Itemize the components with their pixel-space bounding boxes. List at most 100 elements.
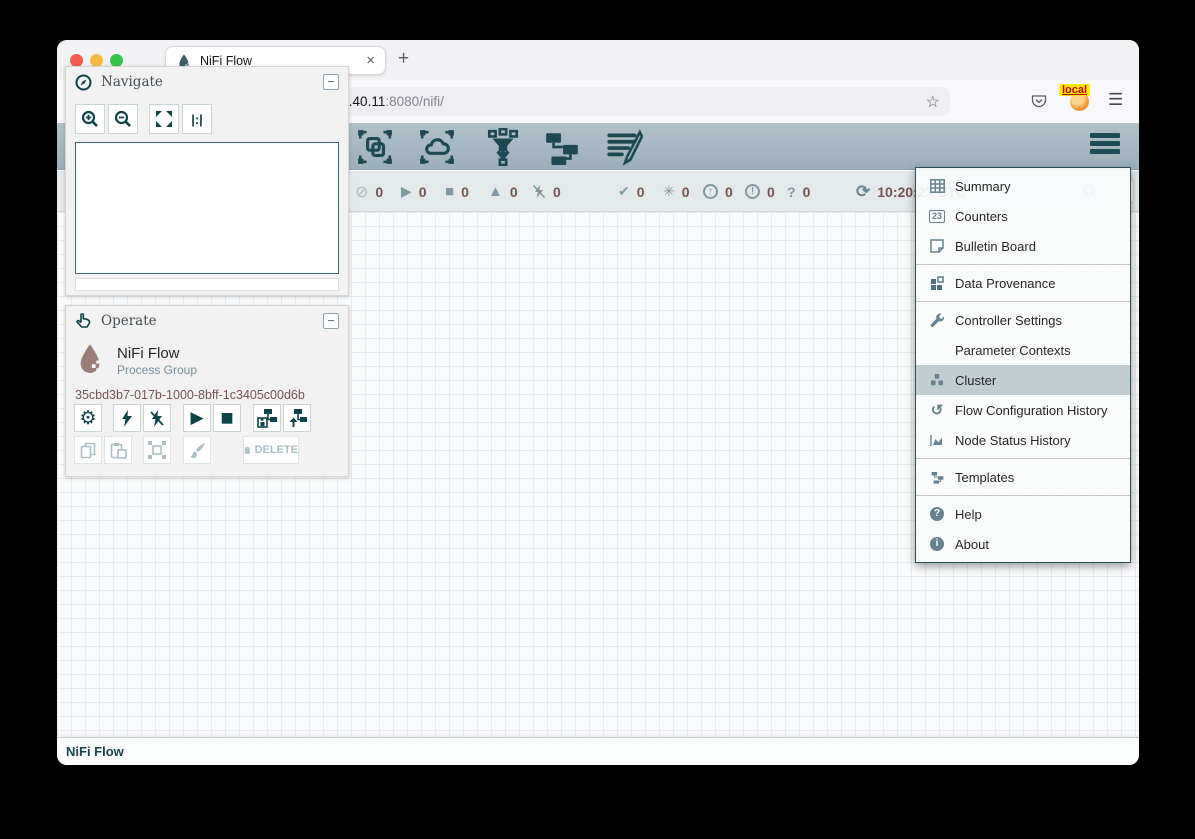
- copy-icon: [80, 442, 97, 459]
- url-text[interactable]: 192.168.40.11:8080/nifi/: [300, 94, 918, 109]
- close-tab-icon[interactable]: ×: [366, 52, 375, 69]
- selected-component: NiFi Flow Process Group: [66, 336, 348, 379]
- group-selection-icon: [148, 441, 166, 459]
- menu-item-templates[interactable]: Templates: [916, 462, 1130, 492]
- disabled-bolt-slash-icon: [532, 184, 546, 199]
- hand-pointer-icon: [75, 313, 92, 330]
- counters-icon: 23: [928, 210, 946, 223]
- menu-item-label: Controller Settings: [955, 313, 1062, 328]
- menu-item-label: Data Provenance: [955, 276, 1055, 291]
- menu-item-node-status-history[interactable]: Node Status History: [916, 425, 1130, 455]
- zoom-in-button[interactable]: [75, 104, 105, 134]
- area-chart-icon: [928, 434, 946, 447]
- menu-item-bulletin-board[interactable]: Bulletin Board: [916, 231, 1130, 261]
- browser-menu-icon[interactable]: ☰: [1108, 90, 1123, 110]
- wrench-icon: [928, 313, 946, 328]
- menu-item-label: Cluster: [955, 373, 996, 388]
- template-save-button[interactable]: [253, 404, 281, 432]
- nifi-global-menu-button[interactable]: [1090, 133, 1120, 157]
- browser-window: NiFi Flow × + ← → ⟳ 192.168.40.11:8080/n…: [57, 40, 1139, 765]
- check-icon: ✔: [618, 183, 630, 200]
- paste-button[interactable]: [104, 436, 132, 464]
- menu-item-label: Node Status History: [955, 433, 1071, 448]
- menu-item-cluster[interactable]: Cluster: [916, 365, 1130, 395]
- template-save-icon: [257, 408, 277, 428]
- operate-buttons-row2: DELETE: [66, 436, 348, 464]
- history-icon: ↺: [928, 401, 946, 419]
- menu-item-flow-configuration-history[interactable]: ↺ Flow Configuration History: [916, 395, 1130, 425]
- birdseye-minimap[interactable]: [75, 142, 339, 274]
- zoom-out-button[interactable]: [108, 104, 138, 134]
- selected-flow-type: Process Group: [117, 363, 197, 377]
- selected-flow-name: NiFi Flow: [117, 345, 197, 362]
- compass-icon: [75, 74, 92, 91]
- pocket-icon[interactable]: [1030, 92, 1048, 110]
- info-circle-icon: i: [928, 537, 946, 551]
- disable-button[interactable]: [143, 404, 171, 432]
- operate-buttons-row1: ⚙ ▶ ■: [66, 404, 348, 432]
- not-transmitting-status: ⊘0: [355, 171, 383, 212]
- process-group-drop-icon: [75, 342, 105, 379]
- stop-button[interactable]: ■: [213, 404, 241, 432]
- menu-divider: [916, 458, 1130, 459]
- menu-item-counters[interactable]: 23Counters: [916, 201, 1130, 231]
- label-component-icon[interactable]: [605, 128, 643, 166]
- arrow-up-circle-icon: ↑: [703, 184, 718, 199]
- enable-button[interactable]: [113, 404, 141, 432]
- new-tab-button[interactable]: +: [398, 48, 409, 70]
- menu-item-label: Help: [955, 507, 982, 522]
- collapse-navigate-button[interactable]: −: [323, 74, 339, 90]
- delete-button[interactable]: DELETE: [243, 436, 299, 464]
- menu-item-data-provenance[interactable]: Data Provenance: [916, 268, 1130, 298]
- bookmark-star-icon[interactable]: ☆: [926, 92, 940, 112]
- menu-item-parameter-contexts[interactable]: Parameter Contexts: [916, 335, 1130, 365]
- template-upload-button[interactable]: [283, 404, 311, 432]
- group-button[interactable]: [143, 436, 171, 464]
- start-button[interactable]: ▶: [183, 404, 211, 432]
- menu-item-summary[interactable]: Summary: [916, 171, 1130, 201]
- operate-palette: Operate − NiFi Flow Process Group 35cbd3…: [65, 305, 349, 477]
- menu-item-label: Templates: [955, 470, 1014, 485]
- change-color-button[interactable]: [183, 436, 211, 464]
- menu-item-label: Bulletin Board: [955, 239, 1036, 254]
- menu-divider: [916, 495, 1130, 496]
- template-component-icon[interactable]: [543, 128, 581, 166]
- exclamation-circle-icon: !: [745, 184, 760, 199]
- birdseye-brand-strip: [75, 278, 339, 291]
- menu-divider: [916, 264, 1130, 265]
- desktop-background: NiFi Flow × + ← → ⟳ 192.168.40.11:8080/n…: [0, 0, 1195, 839]
- gear-icon: ⚙: [79, 407, 96, 430]
- start-play-icon: ▶: [190, 408, 203, 428]
- help-circle-icon: ?: [928, 507, 946, 521]
- copy-button[interactable]: [74, 436, 102, 464]
- menu-item-help[interactable]: ? Help: [916, 499, 1130, 529]
- provenance-icon: [928, 276, 946, 291]
- refresh-icon[interactable]: ⟳: [856, 182, 870, 202]
- collapse-operate-button[interactable]: −: [323, 313, 339, 329]
- zoom-actual-size-button[interactable]: |:|: [182, 104, 212, 134]
- container-badge: local: [1059, 84, 1090, 96]
- running-play-icon: ▶: [401, 183, 412, 200]
- menu-item-label: Flow Configuration History: [955, 403, 1107, 418]
- zoom-fit-button[interactable]: [149, 104, 179, 134]
- disabled-status: 0: [532, 171, 561, 212]
- paste-icon: [110, 442, 127, 459]
- up-to-date-status: ✔0: [618, 171, 645, 212]
- trash-icon: [244, 443, 251, 458]
- menu-item-label: About: [955, 537, 989, 552]
- menu-item-controller-settings[interactable]: Controller Settings: [916, 305, 1130, 335]
- remote-process-group-component-icon[interactable]: [418, 128, 456, 166]
- question-icon: ?: [787, 184, 796, 200]
- stale-status: ↑0: [703, 171, 733, 212]
- menu-item-about[interactable]: i About: [916, 529, 1130, 559]
- funnel-component-icon[interactable]: [484, 128, 522, 166]
- sync-failure-status: ?0: [787, 171, 810, 212]
- navigate-toolbar: |:|: [66, 97, 348, 138]
- breadcrumb[interactable]: NiFi Flow: [66, 744, 124, 759]
- menu-divider: [916, 301, 1130, 302]
- navigate-header: Navigate −: [66, 67, 348, 97]
- configuration-button[interactable]: ⚙: [74, 404, 102, 432]
- paint-brush-icon: [189, 442, 206, 459]
- stop-square-icon: ■: [220, 405, 233, 431]
- process-group-component-icon[interactable]: [356, 128, 394, 166]
